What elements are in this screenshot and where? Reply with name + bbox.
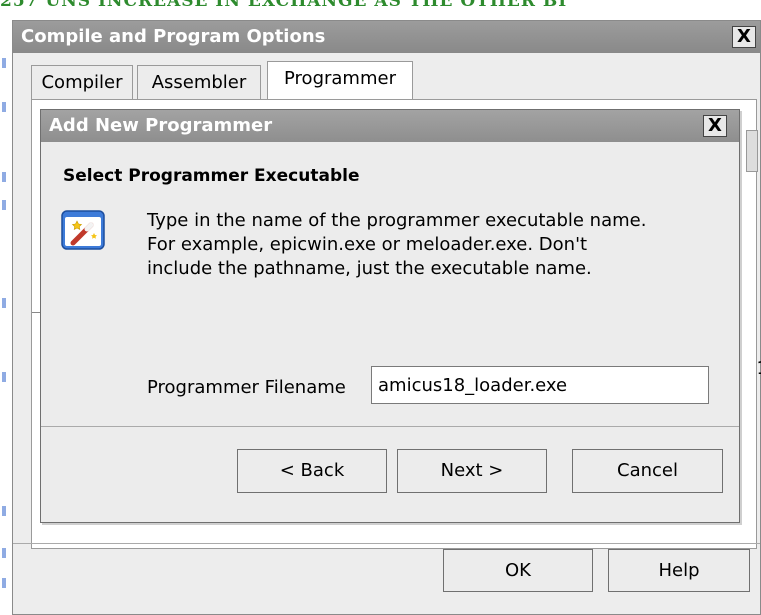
next-button[interactable]: Next > bbox=[397, 449, 547, 493]
back-button[interactable]: < Back bbox=[237, 449, 387, 493]
outer-divider bbox=[13, 543, 760, 544]
panel-list-scrollbar[interactable] bbox=[746, 130, 758, 172]
outer-dialog-title: Compile and Program Options bbox=[13, 21, 760, 53]
background-code-text: 257 UNS INCREASE IN EXCHANGE AS THE OTHE… bbox=[0, 0, 568, 11]
tab-compiler[interactable]: Compiler bbox=[31, 65, 133, 99]
tab-programmer[interactable]: Programmer bbox=[267, 61, 413, 101]
programmer-filename-input[interactable] bbox=[371, 366, 709, 404]
cancel-button[interactable]: Cancel bbox=[572, 449, 723, 493]
wizard-wand-icon bbox=[61, 207, 107, 253]
background-editor-margin bbox=[0, 0, 12, 615]
inner-dialog-title: Add New Programmer bbox=[41, 110, 739, 142]
inner-close-button[interactable]: X bbox=[703, 115, 727, 137]
inner-divider bbox=[41, 426, 739, 427]
add-new-programmer-dialog: Add New Programmer X Select Programmer E… bbox=[40, 109, 740, 523]
instruction-text: Type in the name of the programmer execu… bbox=[147, 209, 727, 281]
instruction-line: Type in the name of the programmer execu… bbox=[147, 210, 647, 231]
panel-fragment-text: 1 bbox=[757, 358, 761, 379]
help-button[interactable]: Help bbox=[608, 549, 750, 592]
outer-close-button[interactable]: X bbox=[732, 26, 756, 48]
programmer-filename-label: Programmer Filename bbox=[147, 377, 346, 398]
tab-assembler[interactable]: Assembler bbox=[137, 65, 261, 99]
instruction-line: include the pathname, just the executabl… bbox=[147, 258, 592, 279]
instruction-line: For example, epicwin.exe or meloader.exe… bbox=[147, 234, 588, 255]
ok-button[interactable]: OK bbox=[443, 549, 593, 592]
step-heading: Select Programmer Executable bbox=[63, 166, 360, 186]
